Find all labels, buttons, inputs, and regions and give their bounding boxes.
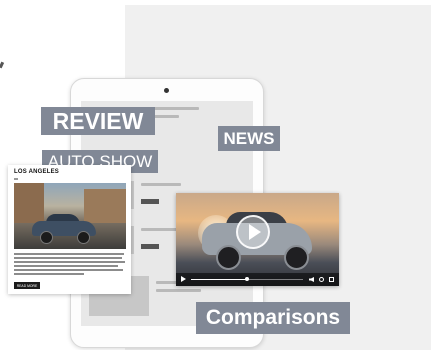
- camera-dot: [164, 88, 169, 93]
- article-card[interactable]: LOS ANGELES READ MORE: [8, 165, 131, 294]
- play-icon[interactable]: [181, 276, 186, 282]
- article-text-line: [14, 261, 125, 263]
- video-controls: [176, 273, 339, 286]
- progress-handle[interactable]: [245, 277, 249, 281]
- video-player[interactable]: [176, 193, 339, 286]
- article-byline: [14, 178, 18, 180]
- article-text-line: [14, 273, 84, 275]
- building-shape: [14, 183, 44, 223]
- article-text-line: [14, 253, 124, 255]
- placeholder-text-line: [141, 228, 181, 231]
- fullscreen-icon[interactable]: [329, 277, 334, 282]
- article-title: LOS ANGELES: [14, 169, 59, 175]
- building-shape: [84, 189, 126, 223]
- volume-icon[interactable]: [309, 277, 314, 282]
- settings-icon[interactable]: [319, 277, 324, 282]
- placeholder-text-line: [141, 183, 181, 186]
- article-image: [14, 183, 126, 249]
- news-label: NEWS: [218, 126, 280, 151]
- car-wheel: [77, 231, 90, 244]
- decorative-mark: [0, 61, 5, 69]
- review-label: REVIEW: [41, 107, 155, 135]
- suv-wheel: [216, 245, 241, 270]
- progress-bar[interactable]: [191, 277, 303, 281]
- read-more-button[interactable]: READ MORE: [14, 282, 40, 289]
- placeholder-button: [141, 199, 159, 204]
- article-text-line: [14, 269, 123, 271]
- placeholder-button: [141, 244, 159, 249]
- article-text-line: [14, 265, 118, 267]
- article-text-line: [14, 257, 122, 259]
- suv-wheel: [284, 245, 309, 270]
- progress-fill: [191, 279, 247, 280]
- play-icon: [249, 224, 261, 240]
- comparisons-label: Comparisons: [196, 302, 350, 334]
- placeholder-text-line: [156, 289, 201, 292]
- play-button[interactable]: [236, 215, 270, 249]
- car-wheel: [40, 231, 53, 244]
